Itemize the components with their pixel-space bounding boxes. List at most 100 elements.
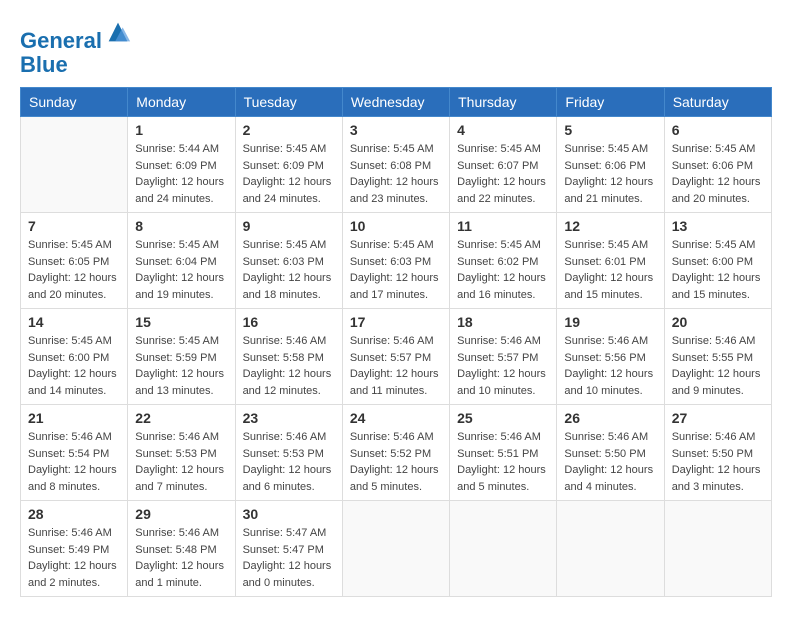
table-row: 25 Sunrise: 5:46 AM Sunset: 5:51 PM Dayli…: [450, 405, 557, 501]
calendar-table: SundayMondayTuesdayWednesdayThursdayFrid…: [20, 87, 772, 597]
day-info: Sunrise: 5:45 AM Sunset: 6:06 PM Dayligh…: [564, 141, 656, 207]
day-info: Sunrise: 5:47 AM Sunset: 5:47 PM Dayligh…: [243, 525, 335, 591]
weekday-friday: Friday: [557, 88, 664, 117]
weekday-thursday: Thursday: [450, 88, 557, 117]
day-info: Sunrise: 5:45 AM Sunset: 6:04 PM Dayligh…: [135, 237, 227, 303]
day-info: Sunrise: 5:45 AM Sunset: 6:01 PM Dayligh…: [564, 237, 656, 303]
table-row: 4 Sunrise: 5:45 AM Sunset: 6:07 PM Daylig…: [450, 117, 557, 213]
day-info: Sunrise: 5:45 AM Sunset: 6:07 PM Dayligh…: [457, 141, 549, 207]
day-number: 26: [564, 410, 656, 426]
day-number: 7: [28, 218, 120, 234]
day-info: Sunrise: 5:46 AM Sunset: 5:52 PM Dayligh…: [350, 429, 442, 495]
day-number: 1: [135, 122, 227, 138]
day-info: Sunrise: 5:46 AM Sunset: 5:48 PM Dayligh…: [135, 525, 227, 591]
day-info: Sunrise: 5:45 AM Sunset: 6:03 PM Dayligh…: [243, 237, 335, 303]
table-row: 11 Sunrise: 5:45 AM Sunset: 6:02 PM Dayli…: [450, 213, 557, 309]
calendar-week-2: 7Sunrise: 5:45 AM Sunset: 6:05 PM Daylig…: [21, 213, 772, 309]
day-number: 28: [28, 506, 120, 522]
table-row: 5Sunrise: 5:45 AM Sunset: 6:06 PM Daylig…: [557, 117, 664, 213]
day-number: 29: [135, 506, 227, 522]
day-number: 30: [243, 506, 335, 522]
day-number: 9: [243, 218, 335, 234]
day-number: 18: [457, 314, 549, 330]
calendar-week-4: 21 Sunrise: 5:46 AM Sunset: 5:54 PM Dayli…: [21, 405, 772, 501]
day-number: 27: [672, 410, 764, 426]
table-row: 26 Sunrise: 5:46 AM Sunset: 5:50 PM Dayli…: [557, 405, 664, 501]
table-row: 29 Sunrise: 5:46 AM Sunset: 5:48 PM Dayli…: [128, 501, 235, 597]
day-number: 3: [350, 122, 442, 138]
table-row: 18 Sunrise: 5:46 AM Sunset: 5:57 PM Dayli…: [450, 309, 557, 405]
logo: General Blue: [20, 20, 132, 77]
table-row: 24 Sunrise: 5:46 AM Sunset: 5:52 PM Dayli…: [342, 405, 449, 501]
table-row: 12Sunrise: 5:45 AM Sunset: 6:01 PM Dayli…: [557, 213, 664, 309]
day-number: 10: [350, 218, 442, 234]
table-row: 2 Sunrise: 5:45 AM Sunset: 6:09 PM Daylig…: [235, 117, 342, 213]
day-number: 8: [135, 218, 227, 234]
day-info: Sunrise: 5:46 AM Sunset: 5:58 PM Dayligh…: [243, 333, 335, 399]
weekday-sunday: Sunday: [21, 88, 128, 117]
day-info: Sunrise: 5:46 AM Sunset: 5:54 PM Dayligh…: [28, 429, 120, 495]
day-info: Sunrise: 5:45 AM Sunset: 6:09 PM Dayligh…: [243, 141, 335, 207]
day-number: 14: [28, 314, 120, 330]
table-row: 27 Sunrise: 5:46 AM Sunset: 5:50 PM Dayli…: [664, 405, 771, 501]
weekday-tuesday: Tuesday: [235, 88, 342, 117]
table-row: [450, 501, 557, 597]
day-number: 17: [350, 314, 442, 330]
table-row: [557, 501, 664, 597]
day-info: Sunrise: 5:45 AM Sunset: 5:59 PM Dayligh…: [135, 333, 227, 399]
day-number: 23: [243, 410, 335, 426]
table-row: 10 Sunrise: 5:45 AM Sunset: 6:03 PM Dayli…: [342, 213, 449, 309]
weekday-saturday: Saturday: [664, 88, 771, 117]
table-row: 6 Sunrise: 5:45 AM Sunset: 6:06 PM Daylig…: [664, 117, 771, 213]
day-info: Sunrise: 5:46 AM Sunset: 5:50 PM Dayligh…: [564, 429, 656, 495]
day-info: Sunrise: 5:46 AM Sunset: 5:51 PM Dayligh…: [457, 429, 549, 495]
day-info: Sunrise: 5:45 AM Sunset: 6:03 PM Dayligh…: [350, 237, 442, 303]
table-row: 17 Sunrise: 5:46 AM Sunset: 5:57 PM Dayli…: [342, 309, 449, 405]
weekday-wednesday: Wednesday: [342, 88, 449, 117]
day-number: 11: [457, 218, 549, 234]
day-info: Sunrise: 5:46 AM Sunset: 5:53 PM Dayligh…: [243, 429, 335, 495]
table-row: [342, 501, 449, 597]
table-row: 28 Sunrise: 5:46 AM Sunset: 5:49 PM Dayli…: [21, 501, 128, 597]
day-info: Sunrise: 5:45 AM Sunset: 6:02 PM Dayligh…: [457, 237, 549, 303]
day-info: Sunrise: 5:45 AM Sunset: 6:08 PM Dayligh…: [350, 141, 442, 207]
day-number: 19: [564, 314, 656, 330]
table-row: 15 Sunrise: 5:45 AM Sunset: 5:59 PM Dayli…: [128, 309, 235, 405]
day-number: 24: [350, 410, 442, 426]
day-number: 15: [135, 314, 227, 330]
table-row: 14 Sunrise: 5:45 AM Sunset: 6:00 PM Dayli…: [21, 309, 128, 405]
table-row: 3 Sunrise: 5:45 AM Sunset: 6:08 PM Daylig…: [342, 117, 449, 213]
day-info: Sunrise: 5:44 AM Sunset: 6:09 PM Dayligh…: [135, 141, 227, 207]
day-number: 22: [135, 410, 227, 426]
day-info: Sunrise: 5:46 AM Sunset: 5:57 PM Dayligh…: [350, 333, 442, 399]
day-number: 25: [457, 410, 549, 426]
day-info: Sunrise: 5:46 AM Sunset: 5:56 PM Dayligh…: [564, 333, 656, 399]
day-info: Sunrise: 5:46 AM Sunset: 5:50 PM Dayligh…: [672, 429, 764, 495]
day-number: 16: [243, 314, 335, 330]
table-row: 21 Sunrise: 5:46 AM Sunset: 5:54 PM Dayli…: [21, 405, 128, 501]
day-number: 21: [28, 410, 120, 426]
table-row: 20Sunrise: 5:46 AM Sunset: 5:55 PM Dayli…: [664, 309, 771, 405]
table-row: 19 Sunrise: 5:46 AM Sunset: 5:56 PM Dayli…: [557, 309, 664, 405]
day-info: Sunrise: 5:46 AM Sunset: 5:57 PM Dayligh…: [457, 333, 549, 399]
day-info: Sunrise: 5:45 AM Sunset: 6:06 PM Dayligh…: [672, 141, 764, 207]
day-number: 4: [457, 122, 549, 138]
day-number: 2: [243, 122, 335, 138]
table-row: 13 Sunrise: 5:45 AM Sunset: 6:00 PM Dayli…: [664, 213, 771, 309]
calendar-week-1: 1 Sunrise: 5:44 AM Sunset: 6:09 PM Daylig…: [21, 117, 772, 213]
weekday-header-row: SundayMondayTuesdayWednesdayThursdayFrid…: [21, 88, 772, 117]
table-row: 8 Sunrise: 5:45 AM Sunset: 6:04 PM Daylig…: [128, 213, 235, 309]
logo-text: General Blue: [20, 20, 132, 77]
day-number: 13: [672, 218, 764, 234]
table-row: [21, 117, 128, 213]
table-row: 30 Sunrise: 5:47 AM Sunset: 5:47 PM Dayli…: [235, 501, 342, 597]
day-number: 20: [672, 314, 764, 330]
day-info: Sunrise: 5:46 AM Sunset: 5:49 PM Dayligh…: [28, 525, 120, 591]
day-number: 6: [672, 122, 764, 138]
day-info: Sunrise: 5:45 AM Sunset: 6:00 PM Dayligh…: [28, 333, 120, 399]
table-row: 9 Sunrise: 5:45 AM Sunset: 6:03 PM Daylig…: [235, 213, 342, 309]
table-row: 22Sunrise: 5:46 AM Sunset: 5:53 PM Dayli…: [128, 405, 235, 501]
day-info: Sunrise: 5:45 AM Sunset: 6:00 PM Dayligh…: [672, 237, 764, 303]
weekday-monday: Monday: [128, 88, 235, 117]
table-row: 16 Sunrise: 5:46 AM Sunset: 5:58 PM Dayli…: [235, 309, 342, 405]
